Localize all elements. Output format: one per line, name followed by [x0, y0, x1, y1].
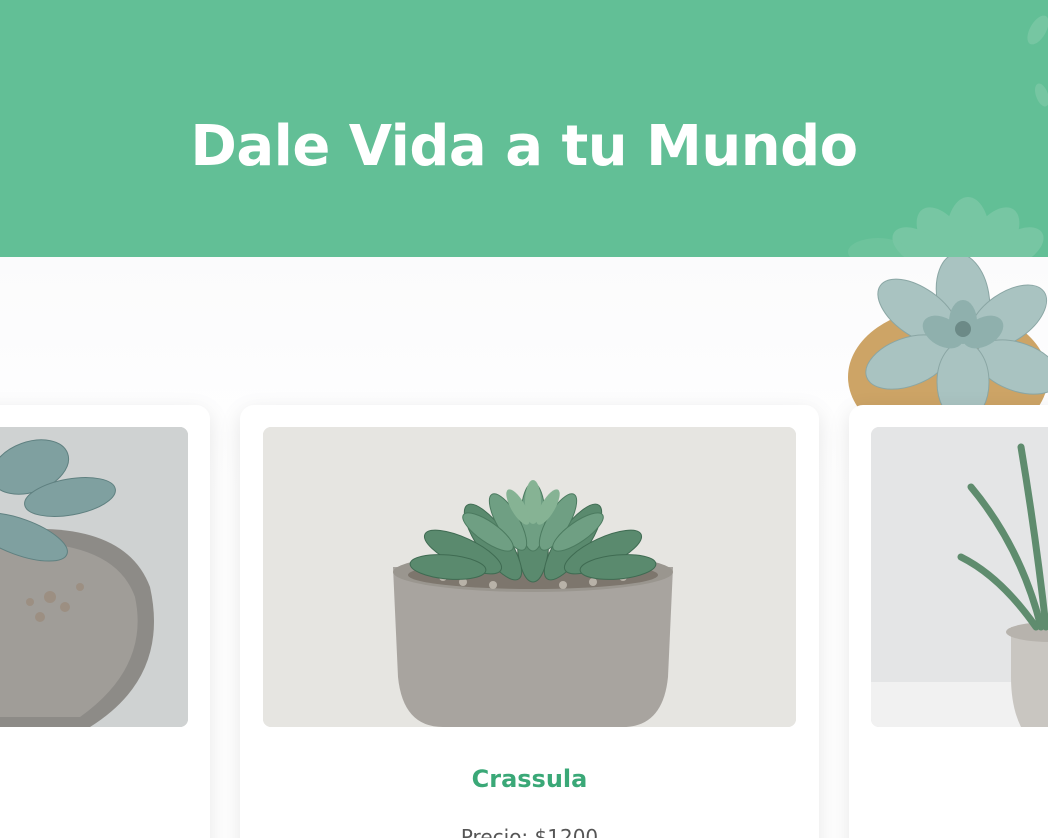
- aloe-pot-photo-icon: [871, 427, 1048, 727]
- crassula-pot-photo-icon: [263, 427, 796, 727]
- product-card[interactable]: [849, 405, 1048, 838]
- background-succulent-icon: [818, 257, 1048, 407]
- leaf-decoration-icon: [1027, 15, 1048, 107]
- page-title: Dale Vida a tu Mundo: [190, 114, 858, 179]
- product-card[interactable]: [0, 405, 210, 838]
- product-card[interactable]: Crassula Precio: $1200: [240, 405, 819, 838]
- product-price: Precio: $1200: [460, 825, 599, 838]
- succulent-decoration-icon: [848, 197, 1044, 257]
- succulent-pot-photo-icon: [0, 427, 188, 727]
- hero-banner: Dale Vida a tu Mundo: [0, 0, 1048, 257]
- product-name: Crassula: [471, 765, 588, 793]
